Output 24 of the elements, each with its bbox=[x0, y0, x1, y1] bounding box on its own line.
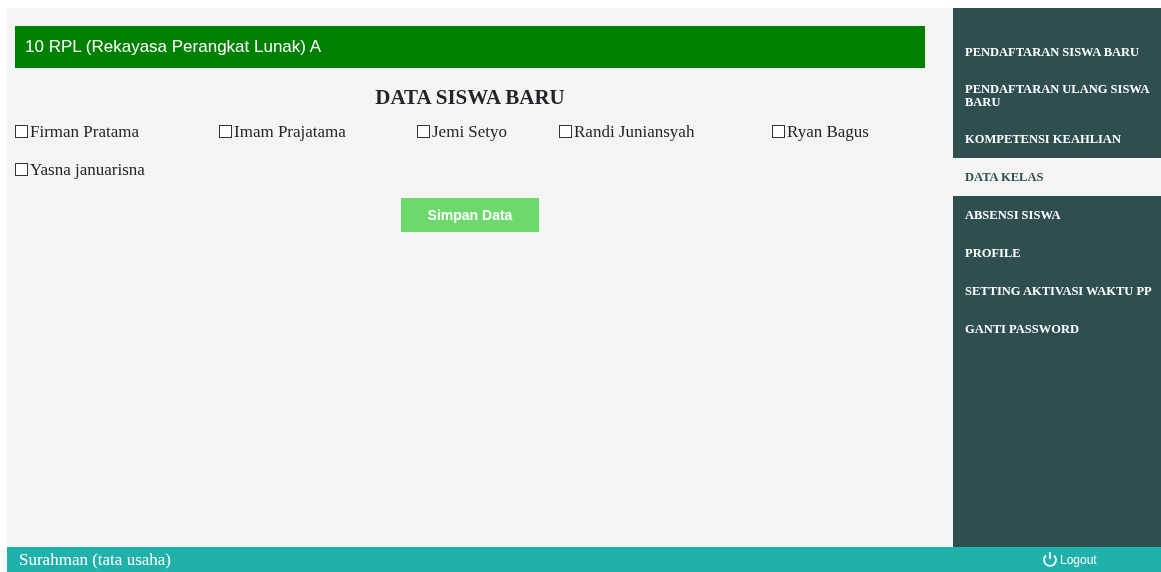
checkbox[interactable] bbox=[15, 125, 28, 139]
sidebar-item[interactable]: KOMPETENSI KEAHLIAN bbox=[953, 120, 1161, 159]
power-icon bbox=[1041, 550, 1059, 569]
sidebar-item[interactable]: PENDAFTARAN SISWA BARU bbox=[953, 34, 1161, 72]
sidebar-item[interactable]: ABSENSI SISWA bbox=[953, 196, 1161, 235]
sidebar-item[interactable]: GANTI PASSWORD bbox=[953, 310, 1161, 349]
checkbox[interactable] bbox=[772, 125, 785, 139]
checkbox[interactable] bbox=[15, 162, 28, 176]
student-name: Firman Pratama bbox=[30, 121, 140, 143]
student-name: Imam Prajatama bbox=[234, 121, 346, 143]
page-heading: DATA SISWA BARU bbox=[374, 83, 566, 111]
student-name: Randi Juniansyah bbox=[574, 121, 695, 143]
sidebar-item[interactable]: DATA KELAS bbox=[953, 158, 1161, 197]
user-name: Surahman (tata usaha) bbox=[19, 548, 172, 571]
class-title-bar: 10 RPL (Rekayasa Perangkat Lunak) A bbox=[15, 26, 925, 68]
student-name: Yasna januarisna bbox=[30, 158, 145, 181]
checkbox[interactable] bbox=[417, 125, 430, 139]
checkbox[interactable] bbox=[559, 125, 572, 139]
student-name: Jemi Setyo bbox=[432, 121, 508, 143]
student-name: Ryan Bagus bbox=[787, 121, 869, 143]
sidebar-item[interactable]: SETTING AKTIVASI WAKTU PP bbox=[953, 272, 1161, 311]
sidebar-item[interactable]: PENDAFTARAN ULANG SISWA BARU bbox=[953, 72, 1161, 121]
sidebar-item[interactable]: PROFILE bbox=[953, 234, 1161, 273]
checkbox[interactable] bbox=[219, 125, 232, 139]
